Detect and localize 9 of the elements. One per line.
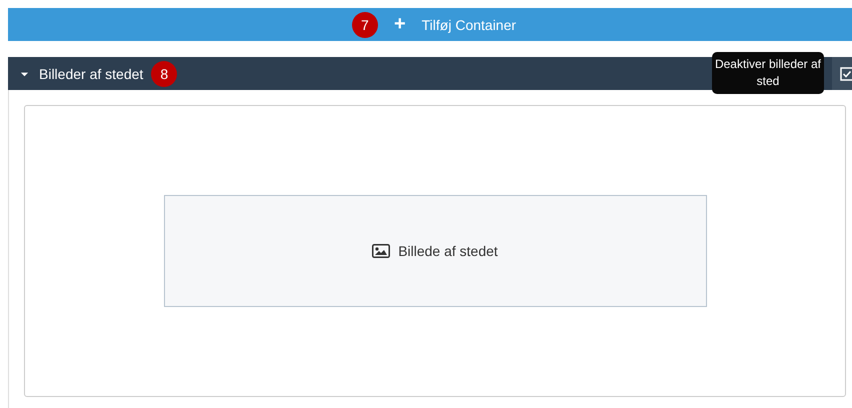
image-icon — [372, 244, 390, 258]
add-container-button[interactable]: 7 + Tilføj Container — [8, 8, 852, 41]
step-badge: 7 — [352, 12, 378, 38]
placeholder-label: Billede af stedet — [398, 243, 498, 259]
step-badge: 8 — [151, 60, 178, 86]
section-title: Billeder af stedet — [39, 66, 144, 82]
toggle-button[interactable] — [832, 57, 852, 90]
checkbox-icon — [840, 66, 852, 80]
tooltip: Deaktiver billeder af sted — [712, 52, 824, 94]
